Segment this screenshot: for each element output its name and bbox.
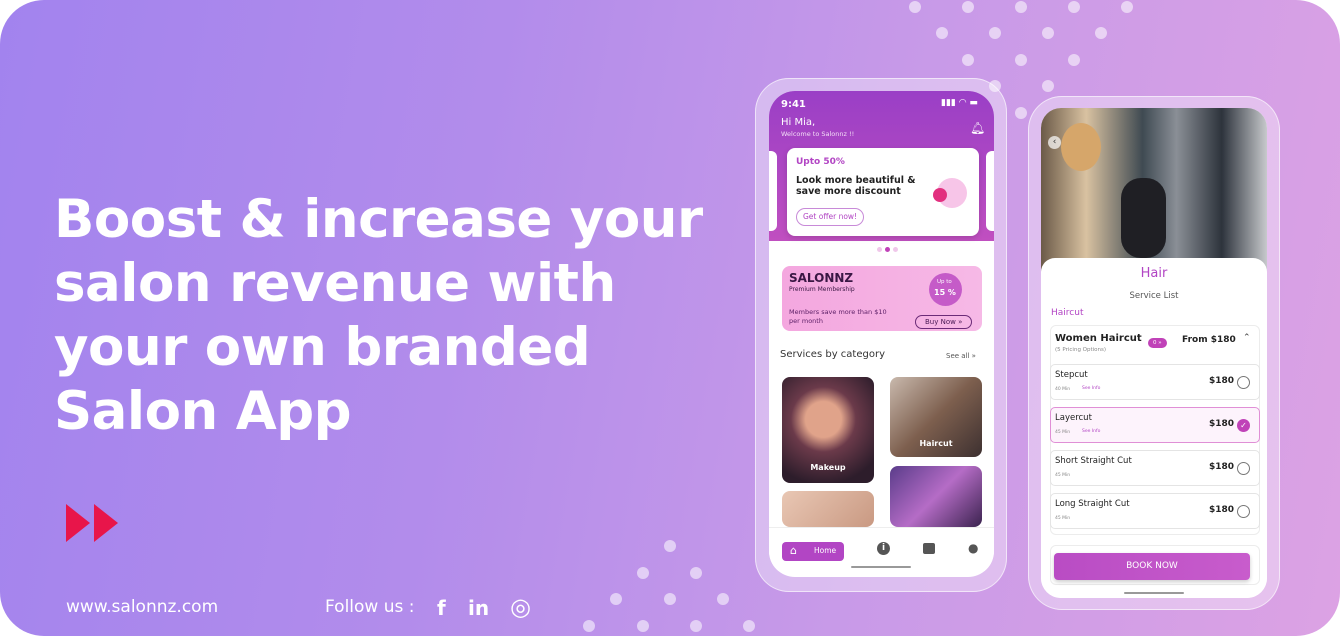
carousel-prev-card <box>769 151 777 231</box>
membership-card[interactable]: SALONNZ Premium Membership Members save … <box>782 266 982 331</box>
parent-service-price: From $180 <box>1182 335 1236 345</box>
option-name: Short Straight Cut <box>1055 456 1132 466</box>
facebook-icon[interactable]: f <box>437 596 446 620</box>
play-arrow-icon <box>66 504 90 542</box>
membership-desc-1: Members save more than $10 <box>789 308 887 316</box>
option-time: 45 Min <box>1055 516 1071 521</box>
category-haircut[interactable]: Haircut <box>890 377 982 457</box>
follow-us-label: Follow us : <box>325 597 415 617</box>
headline-line-4: Salon App <box>54 381 352 442</box>
option-price: $180 <box>1209 505 1235 515</box>
carousel-next-card <box>986 151 994 231</box>
welcome-text: Welcome to Salonnz !! <box>781 130 855 138</box>
info-icon[interactable]: i <box>877 542 890 555</box>
bottom-nav: ⌂ Home i ● <box>769 527 994 571</box>
salon-hero-image <box>1041 108 1267 273</box>
calendar-icon[interactable] <box>923 543 935 554</box>
flower-icon <box>933 188 947 202</box>
offer-badge: Upto 50% <box>796 157 845 167</box>
see-all-link[interactable]: See all » <box>946 352 976 360</box>
service-subtitle: Service List <box>1129 291 1179 301</box>
headline: Boost & increase your salon revenue with… <box>54 188 714 444</box>
discount-upto: Up to <box>937 279 952 285</box>
instagram-icon[interactable]: ◎ <box>510 593 531 621</box>
radio-checked-icon[interactable]: ✓ <box>1237 419 1250 432</box>
discount-percent: 15 % <box>934 288 956 297</box>
radio-unchecked-icon[interactable] <box>1237 462 1250 475</box>
option-price: $180 <box>1209 376 1235 386</box>
see-info-link[interactable]: See Info <box>1082 386 1100 391</box>
option-name: Layercut <box>1055 413 1092 423</box>
headline-line-2: salon revenue with <box>54 253 616 314</box>
section-title: Services by category <box>780 349 885 360</box>
phone-service-mockup: ‹ Hair Service List Haircut Women Haircu… <box>1028 96 1280 610</box>
get-offer-button[interactable]: Get offer now! <box>796 208 865 226</box>
greeting-text: Hi Mia, <box>781 117 816 128</box>
membership-desc-2: per month <box>789 317 823 325</box>
radio-unchecked-icon[interactable] <box>1237 505 1250 518</box>
service-option-selected[interactable]: Layercut 45 Min See Info $180 ✓ <box>1050 407 1260 443</box>
offer-line-2: save more discount <box>796 186 901 197</box>
service-option[interactable]: Long Straight Cut 45 Min $180 <box>1050 493 1260 529</box>
category-lashes[interactable] <box>782 491 874 527</box>
category-makeup-label: Makeup <box>810 463 846 472</box>
category-haircut-label: Haircut <box>919 439 953 448</box>
option-time: 45 Min <box>1055 473 1071 478</box>
option-time: 40 Min <box>1055 387 1071 392</box>
phone-home-mockup: 9:41 ▮▮▮ ◠ ▬ Hi Mia, Welcome to Salonnz … <box>755 78 1007 592</box>
headline-line-3: your own branded <box>54 317 591 378</box>
option-price: $180 <box>1209 462 1235 472</box>
category-nails[interactable] <box>890 466 982 527</box>
buy-now-button[interactable]: Buy Now » <box>915 315 973 329</box>
stylist-figure <box>1061 123 1101 171</box>
service-panel: Hair Service List Haircut Women Haircut … <box>1041 258 1267 598</box>
headline-line-1: Boost & increase your <box>54 189 703 250</box>
status-icons: ▮▮▮ ◠ ▬ <box>941 98 978 108</box>
option-time: 45 Min <box>1055 430 1071 435</box>
nav-home[interactable]: ⌂ Home <box>782 542 844 561</box>
book-now-button[interactable]: BOOK NOW <box>1054 553 1250 580</box>
service-option[interactable]: Short Straight Cut 45 Min $180 <box>1050 450 1260 486</box>
carousel-indicator <box>885 247 890 252</box>
service-option[interactable]: Stepcut 40 Min See Info $180 <box>1050 364 1260 400</box>
discount-badge: Up to 15 % <box>929 273 962 306</box>
group-label: Haircut <box>1051 308 1084 318</box>
parent-service-sub: (5 Pricing Options) <box>1055 347 1107 353</box>
service-screen: ‹ Hair Service List Haircut Women Haircu… <box>1041 108 1267 598</box>
status-time: 9:41 <box>781 99 806 110</box>
linkedin-icon[interactable]: in <box>468 596 489 620</box>
radio-unchecked-icon[interactable] <box>1237 376 1250 389</box>
home-screen: 9:41 ▮▮▮ ◠ ▬ Hi Mia, Welcome to Salonnz … <box>769 91 994 577</box>
option-name: Stepcut <box>1055 370 1088 380</box>
chevron-up-icon[interactable]: ⌃ <box>1243 333 1251 343</box>
option-name: Long Straight Cut <box>1055 499 1130 509</box>
website-link[interactable]: www.salonnz.com <box>66 597 218 617</box>
back-icon[interactable]: ‹ <box>1048 136 1061 149</box>
promo-banner: Boost & increase your salon revenue with… <box>0 0 1340 636</box>
cart-count-badge: 0 » <box>1148 338 1167 348</box>
client-figure <box>1121 178 1166 258</box>
bell-icon[interactable]: 🔔︎ <box>970 121 985 135</box>
category-makeup[interactable]: Makeup <box>782 377 874 483</box>
service-title: Hair <box>1140 266 1168 281</box>
parent-service-name[interactable]: Women Haircut <box>1055 333 1142 344</box>
home-icon: ⌂ <box>790 544 797 557</box>
offer-line-1: Look more beautiful & <box>796 175 916 186</box>
see-info-link[interactable]: See Info <box>1082 429 1100 434</box>
profile-icon[interactable]: ● <box>968 541 978 555</box>
membership-sub: Premium Membership <box>789 286 855 293</box>
membership-brand: SALONNZ <box>789 271 854 285</box>
offer-card[interactable]: Upto 50% Look more beautiful & save more… <box>787 148 979 236</box>
nav-home-label: Home <box>814 546 837 555</box>
option-price: $180 <box>1209 419 1235 429</box>
play-arrow-icon-2 <box>94 504 118 542</box>
